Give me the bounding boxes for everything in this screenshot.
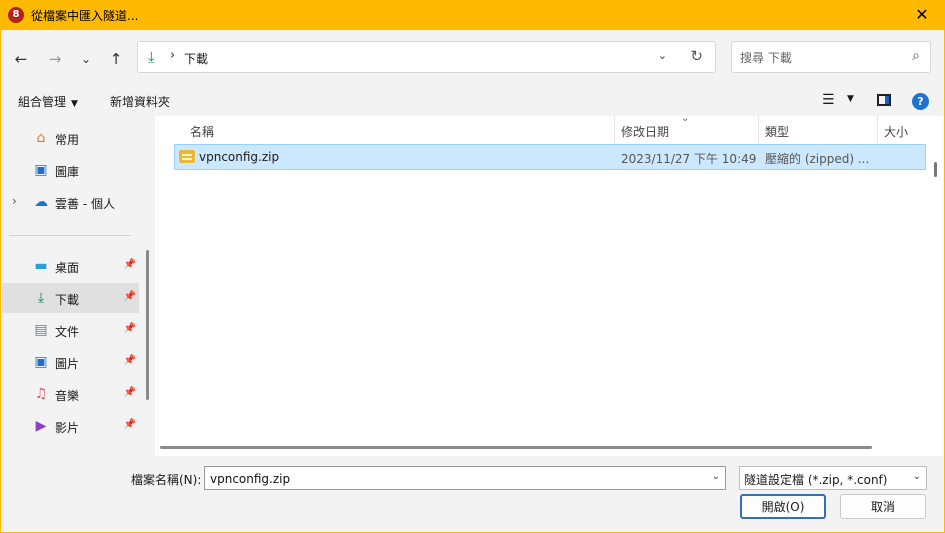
pin-icon[interactable]: 📌 bbox=[124, 323, 136, 334]
chevron-down-icon[interactable]: ⌄ bbox=[712, 471, 720, 482]
up-button[interactable]: ↑ bbox=[104, 47, 128, 71]
sidebar-item-home[interactable]: ⌂ 常用 bbox=[2, 123, 139, 153]
file-type: 壓縮的 (zipped) ... bbox=[765, 152, 870, 166]
command-toolbar: 組合管理 ▼ 新增資料夾 ☰ ▼ ? bbox=[0, 86, 945, 116]
sidebar-item-label: 音樂 bbox=[55, 389, 80, 403]
navigation-bar: ← → ⌄ ↑ ⤓ › 下載 ⌄ ↻ ⌕ bbox=[0, 30, 945, 86]
table-row[interactable]: vpnconfig.zip 2023/11/27 下午 10:49 壓縮的 (z… bbox=[174, 144, 926, 170]
open-button[interactable]: 開啟(O) bbox=[740, 494, 826, 519]
breadcrumb-downloads[interactable]: 下載 bbox=[184, 50, 208, 67]
sidebar-item-music[interactable]: ♫ 音樂 📌 bbox=[2, 379, 139, 409]
sidebar-item-downloads[interactable]: ⤓ 下載 📌 bbox=[2, 283, 139, 313]
view-options-caret-icon[interactable]: ▼ bbox=[847, 94, 854, 104]
sidebar-item-pictures[interactable]: ▣ 圖片 📌 bbox=[2, 347, 139, 377]
sidebar-item-documents[interactable]: ▤ 文件 📌 bbox=[2, 315, 139, 345]
app-icon: 8 bbox=[8, 7, 24, 23]
search-input[interactable] bbox=[738, 48, 902, 68]
zip-folder-icon bbox=[179, 150, 195, 163]
forward-button[interactable]: → bbox=[43, 47, 67, 71]
sidebar-item-desktop[interactable]: ▬ 桌面 📌 bbox=[2, 251, 139, 281]
sidebar-item-label: 下載 bbox=[55, 293, 80, 307]
pin-icon[interactable]: 📌 bbox=[124, 291, 136, 302]
address-dropdown-icon[interactable]: ⌄ bbox=[658, 49, 667, 62]
pin-icon[interactable]: 📌 bbox=[124, 259, 136, 270]
chevron-right-icon[interactable]: › bbox=[12, 194, 17, 208]
recent-locations-button[interactable]: ⌄ bbox=[74, 47, 98, 71]
sidebar-divider bbox=[9, 235, 131, 236]
cancel-button[interactable]: 取消 bbox=[840, 494, 926, 519]
home-icon: ⌂ bbox=[36, 130, 46, 146]
back-button[interactable]: ← bbox=[9, 47, 33, 71]
filename-input[interactable] bbox=[208, 469, 702, 489]
navigation-pane: ⌂ 常用 ▣ 圖庫 › ☁ 雲善 - 個人 ▬ 桌面 📌 ⤓ 下載 📌 ▤ 文件… bbox=[0, 116, 155, 456]
vertical-scrollbar[interactable] bbox=[934, 162, 937, 177]
new-folder-button[interactable]: 新增資料夾 bbox=[110, 93, 170, 110]
window-title: 從檔案中匯入隧道... bbox=[31, 9, 139, 23]
help-icon[interactable]: ? bbox=[912, 93, 929, 110]
file-modified: 2023/11/27 下午 10:49 bbox=[621, 152, 757, 166]
sidebar-item-label: 桌面 bbox=[55, 261, 80, 275]
sidebar-scrollbar[interactable] bbox=[146, 250, 149, 400]
sidebar-item-label: 圖片 bbox=[55, 357, 80, 371]
video-icon: ▶ bbox=[35, 418, 47, 434]
sidebar-item-label: 圖庫 bbox=[55, 165, 80, 179]
picture-icon: ▣ bbox=[34, 354, 48, 370]
pin-icon[interactable]: 📌 bbox=[124, 387, 136, 398]
gallery-icon: ▣ bbox=[34, 162, 48, 178]
search-icon[interactable]: ⌕ bbox=[912, 48, 920, 64]
music-icon: ♫ bbox=[34, 386, 48, 402]
sidebar-item-gallery[interactable]: ▣ 圖庫 bbox=[2, 155, 139, 185]
pin-icon[interactable]: 📌 bbox=[124, 355, 136, 366]
file-list: 名稱 修改日期 ⌄ 類型 大小 vpnconfig.zip 2023/11/27… bbox=[155, 113, 945, 456]
filter-selected-value: 隧道設定檔 (*.zip, *.conf) bbox=[744, 473, 888, 487]
sidebar-item-label: 文件 bbox=[55, 325, 80, 339]
caret-down-icon: ▼ bbox=[71, 99, 78, 109]
refresh-icon[interactable]: ↻ bbox=[690, 47, 703, 65]
filename-combobox[interactable]: ⌄ bbox=[204, 466, 726, 490]
column-header-type[interactable]: 類型 bbox=[759, 116, 877, 144]
pin-icon[interactable]: 📌 bbox=[124, 419, 136, 430]
document-icon: ▤ bbox=[34, 322, 48, 338]
sidebar-item-label: 雲善 - 個人 bbox=[55, 197, 115, 211]
organize-button[interactable]: 組合管理 ▼ bbox=[18, 93, 78, 110]
preview-pane-icon[interactable] bbox=[877, 94, 891, 106]
desktop-icon: ▬ bbox=[34, 258, 48, 274]
sort-caret-icon: ⌄ bbox=[681, 113, 690, 124]
download-icon: ⤓ bbox=[37, 290, 45, 306]
breadcrumb-separator: › bbox=[170, 48, 176, 63]
view-list-icon[interactable]: ☰ bbox=[822, 92, 835, 108]
address-bar[interactable]: ⤓ › 下載 ⌄ ↻ bbox=[137, 41, 716, 73]
file-name: vpnconfig.zip bbox=[199, 150, 280, 164]
title-bar: 8 從檔案中匯入隧道... ✕ bbox=[0, 0, 945, 30]
file-type-filter[interactable]: 隧道設定檔 (*.zip, *.conf) ⌄ bbox=[739, 466, 927, 490]
search-box[interactable]: ⌕ bbox=[731, 41, 931, 73]
column-header-size[interactable]: 大小 bbox=[878, 116, 938, 144]
cloud-icon: ☁ bbox=[34, 194, 48, 210]
sidebar-item-videos[interactable]: ▶ 影片 📌 bbox=[2, 411, 139, 441]
dialog-footer: 檔案名稱(N): ⌄ 隧道設定檔 (*.zip, *.conf) ⌄ 開啟(O)… bbox=[0, 456, 945, 533]
horizontal-scrollbar[interactable] bbox=[160, 446, 872, 449]
filename-label: 檔案名稱(N): bbox=[131, 473, 202, 487]
download-arrow-icon: ⤓ bbox=[148, 48, 155, 66]
chevron-down-icon[interactable]: ⌄ bbox=[913, 471, 921, 482]
sidebar-item-onedrive[interactable]: › ☁ 雲善 - 個人 bbox=[2, 187, 139, 217]
column-header-name[interactable]: 名稱 bbox=[155, 116, 615, 144]
close-button[interactable]: ✕ bbox=[899, 0, 945, 30]
sidebar-item-label: 常用 bbox=[55, 133, 80, 147]
organize-label: 組合管理 bbox=[18, 95, 67, 109]
sidebar-item-label: 影片 bbox=[55, 421, 80, 435]
